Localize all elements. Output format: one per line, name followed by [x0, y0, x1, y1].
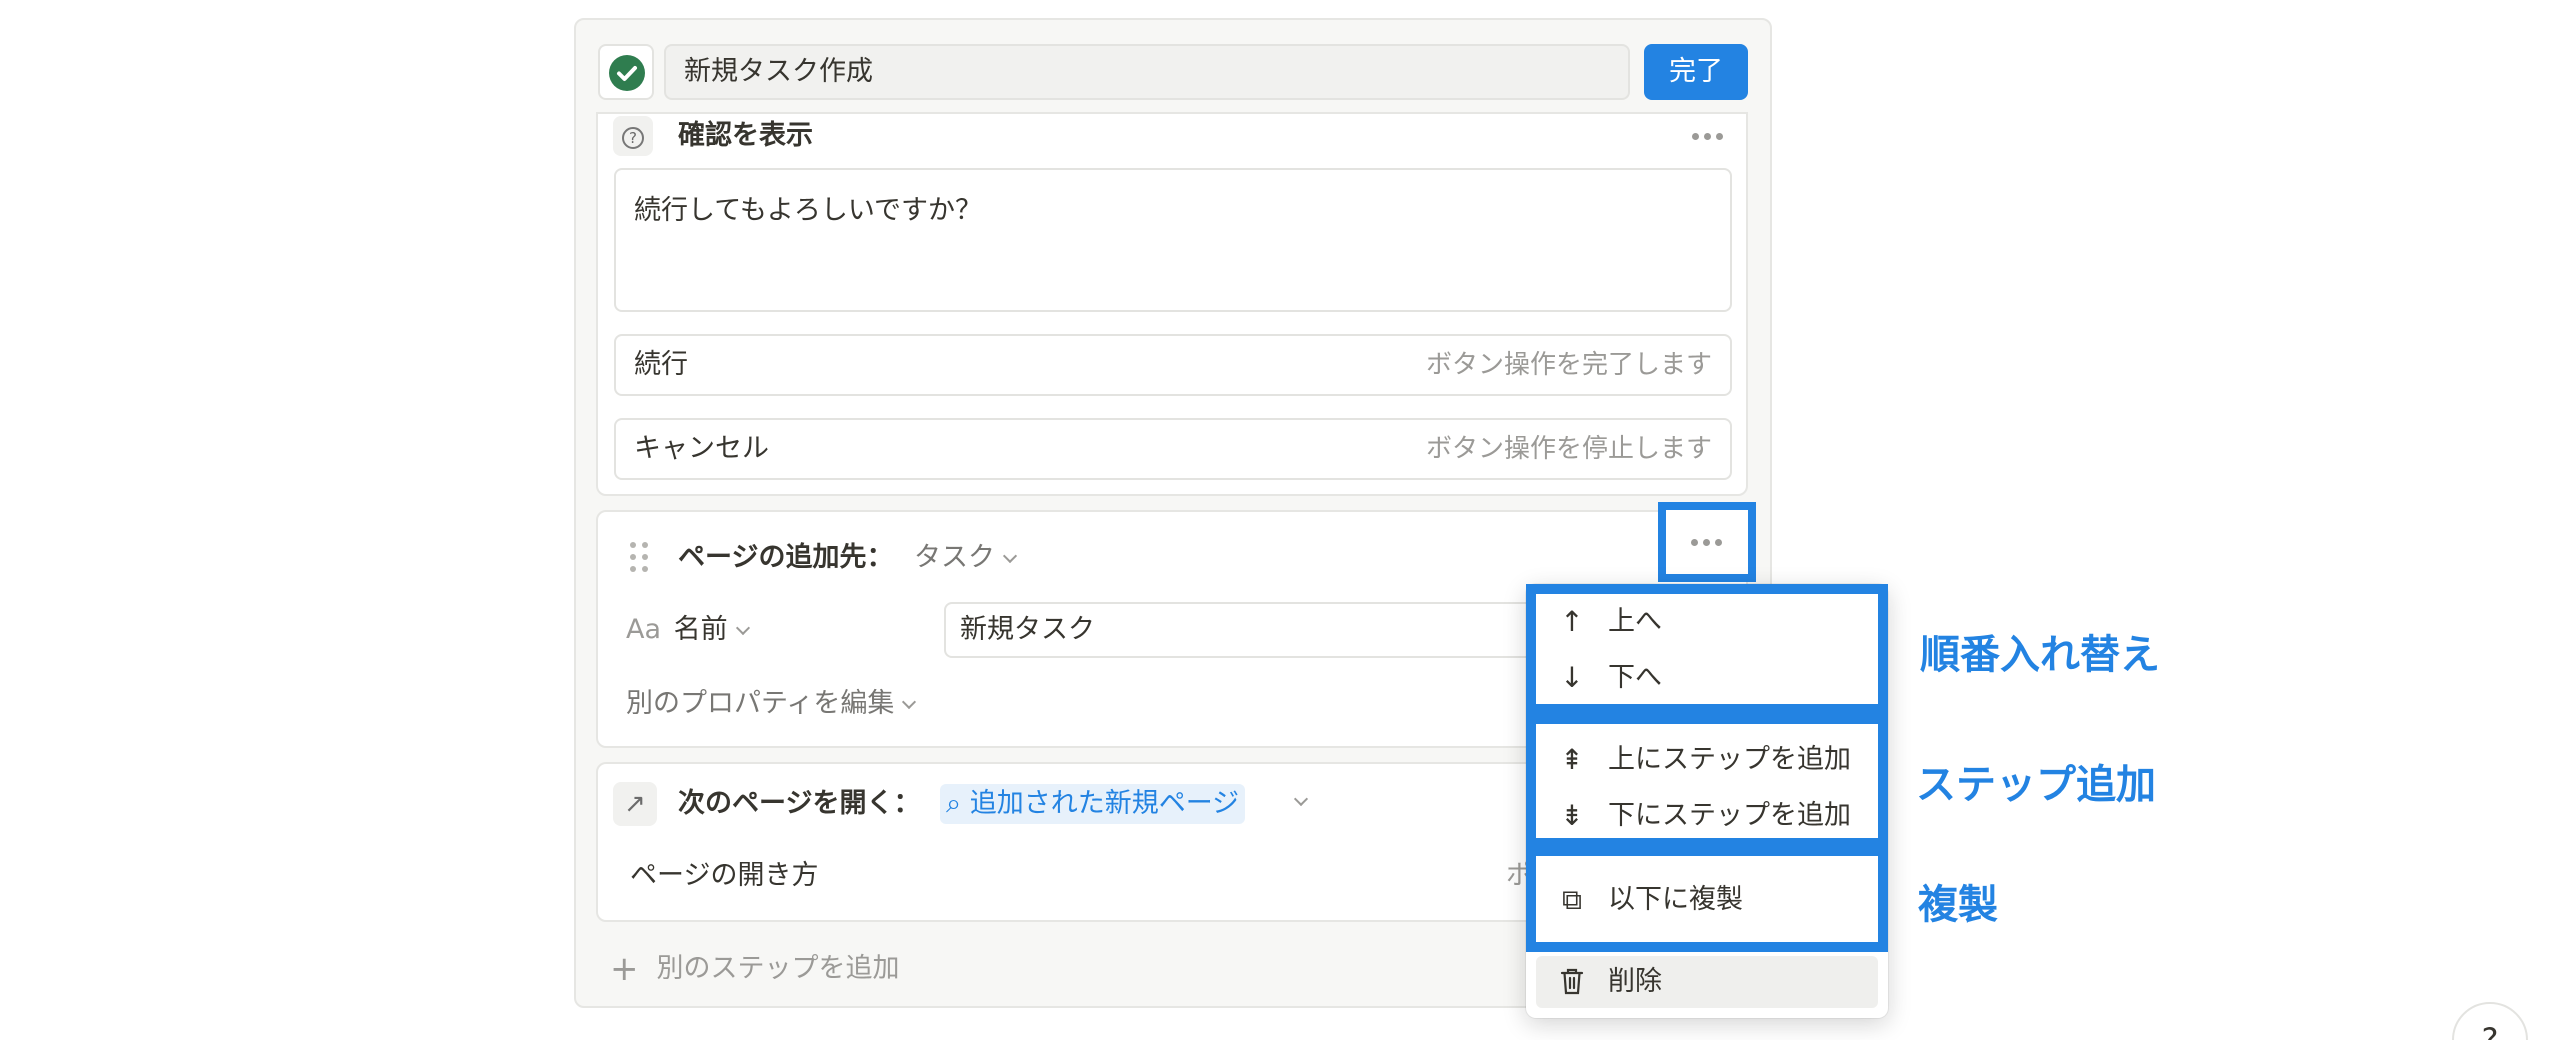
menu-item-label: 削除	[1608, 966, 1662, 997]
confirm-step-card: ? 確認を表示 続行してもよろしいですか？ 続行 ボタン操作を完了します キャン…	[596, 112, 1748, 496]
button-name-input[interactable]: 新規タスク作成	[664, 44, 1630, 100]
target-database-select[interactable]: タスク	[914, 538, 1018, 578]
page-link-label: 追加された新規ページ	[969, 788, 1240, 819]
done-button[interactable]: 完了	[1644, 44, 1748, 100]
check-circle-icon	[609, 55, 645, 91]
editor-header: 新規タスク作成 完了	[598, 44, 1748, 100]
confirm-step-title: 確認を表示	[678, 120, 813, 151]
annotation-duplicate: 複製	[1918, 882, 1998, 928]
annotation-add-step: ステップ追加	[1916, 762, 2156, 808]
edit-other-property-button[interactable]: 別のプロパティを編集	[626, 682, 917, 726]
question-icon: ?	[613, 116, 653, 156]
property-name-select[interactable]: Aa 名前	[626, 608, 750, 652]
search-icon: ⌕	[946, 788, 962, 819]
option-label: キャンセル	[634, 433, 769, 464]
add-page-step-title: ページの追加先：	[678, 542, 894, 573]
confirm-message-input[interactable]: 続行してもよろしいですか？	[614, 168, 1732, 312]
option-hint: ボタン操作を停止します	[1425, 434, 1712, 464]
chevron-down-icon	[735, 620, 750, 636]
open-method-label: ページの開き方	[630, 860, 819, 891]
confirm-option-cancel[interactable]: キャンセル ボタン操作を停止します	[614, 418, 1732, 480]
confirm-more-icon[interactable]	[1688, 130, 1728, 142]
add-step-label: 別のステップを追加	[656, 953, 900, 984]
page-link-chip[interactable]: ⌕ 追加された新規ページ	[940, 784, 1246, 824]
annotation-reorder: 順番入れ替え	[1920, 632, 2160, 678]
menu-item-delete[interactable]: 削除	[1536, 956, 1878, 1008]
arrow-up-right-icon: ↗	[613, 782, 657, 826]
step-more-button[interactable]	[1658, 502, 1756, 582]
chevron-down-icon[interactable]	[1293, 791, 1309, 807]
duplicate-highlight-box	[1526, 846, 1888, 952]
add-step-highlight-box	[1526, 714, 1888, 848]
chevron-down-icon	[902, 694, 917, 710]
edit-other-property-label: 別のプロパティを編集	[626, 688, 895, 719]
text-type-icon: Aa	[626, 614, 662, 645]
help-button[interactable]: ?	[2452, 1002, 2528, 1040]
option-label: 続行	[634, 349, 688, 380]
confirm-option-continue[interactable]: 続行 ボタン操作を完了します	[614, 334, 1732, 396]
open-page-step-title: 次のページを開く：	[678, 788, 921, 819]
option-hint: ボタン操作を完了します	[1425, 350, 1712, 380]
drag-handle-icon[interactable]	[630, 542, 650, 574]
more-horizontal-icon	[1687, 536, 1727, 548]
icon-picker-button[interactable]	[598, 44, 654, 100]
target-database-label: タスク	[914, 542, 995, 573]
property-value-input[interactable]: 新規タスク	[944, 602, 1564, 658]
property-name-label: 名前	[673, 614, 728, 645]
trash-icon	[1556, 956, 1588, 1008]
add-another-step-button[interactable]: + 別のステップを追加	[610, 946, 900, 989]
chevron-down-icon	[1002, 548, 1018, 564]
reorder-highlight-box	[1526, 584, 1888, 714]
plus-icon: +	[610, 949, 639, 989]
